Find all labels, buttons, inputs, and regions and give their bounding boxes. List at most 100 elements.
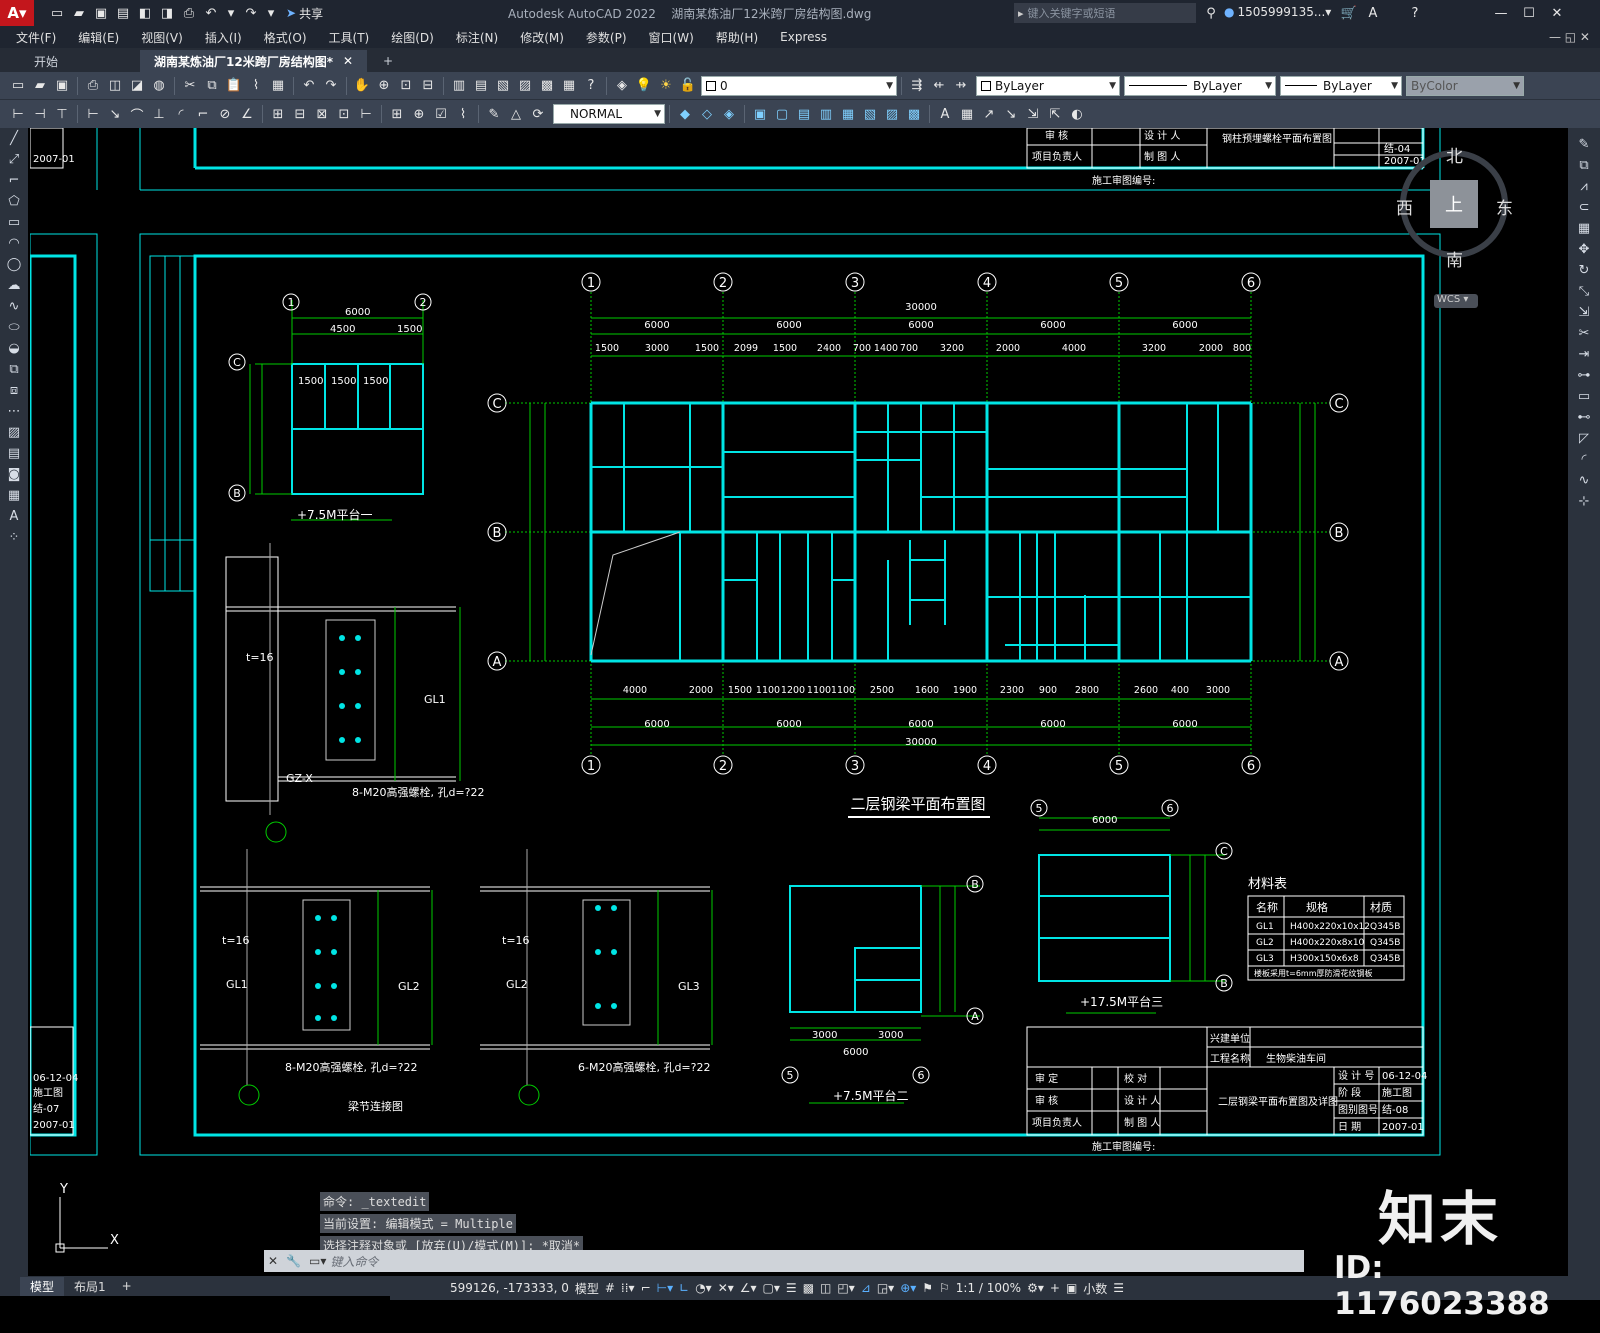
selection-filter-icon[interactable]: ◲▾: [877, 1281, 894, 1295]
lineweight-icon[interactable]: ☰: [786, 1281, 797, 1295]
new-icon[interactable]: ▭: [47, 3, 67, 23]
sheet-set-icon[interactable]: ▨: [515, 76, 535, 96]
tool-palettes-icon[interactable]: ▧: [493, 76, 513, 96]
ref-edit-icon[interactable]: ▦: [838, 104, 858, 124]
spline-icon[interactable]: ∿: [2, 296, 26, 317]
3d-osnap-icon[interactable]: ◰▾: [837, 1281, 854, 1295]
explode-icon[interactable]: ⊹: [1572, 491, 1596, 512]
snap-icon[interactable]: ⁞⁞▾: [621, 1281, 635, 1295]
linetype-dropdown[interactable]: ByLayer ▼: [1124, 75, 1276, 96]
copy-object-icon[interactable]: ⧉: [1572, 155, 1596, 176]
new-tab-button[interactable]: +: [369, 50, 407, 72]
viewcube-east[interactable]: 东: [1496, 194, 1513, 219]
tab-layout1[interactable]: 布局1: [64, 1277, 116, 1296]
lineweight-dropdown[interactable]: ByLayer ▼: [1280, 75, 1402, 96]
customize-status-icon[interactable]: ☰: [1113, 1281, 1124, 1295]
table-icon[interactable]: ▦: [2, 485, 26, 506]
insert-block-icon[interactable]: ⧉: [2, 359, 26, 380]
dimstyle-dropdown[interactable]: NORMAL ▼: [553, 104, 665, 124]
cmd-customize-icon[interactable]: 🔧: [286, 1254, 301, 1268]
layer-previous-icon[interactable]: ⇷: [929, 76, 949, 96]
menu-insert[interactable]: 插入(I): [194, 29, 253, 46]
group-edit-icon[interactable]: ▤: [794, 104, 814, 124]
visual-style-icon[interactable]: ◐: [1067, 104, 1087, 124]
linear-dim-icon[interactable]: ⊢: [83, 104, 103, 124]
dimtedit-icon[interactable]: △: [506, 104, 526, 124]
annotation-scale[interactable]: 1:1 / 100%: [956, 1281, 1021, 1295]
add-selected-icon[interactable]: ⁘: [2, 527, 26, 548]
continue-icon[interactable]: ⊠: [312, 104, 332, 124]
region-icon[interactable]: ◙: [2, 464, 26, 485]
clip-icon[interactable]: ▨: [882, 104, 902, 124]
aligned-dim-icon[interactable]: ↘: [105, 104, 125, 124]
save-file-icon[interactable]: ▣: [52, 76, 72, 96]
cmd-close-icon[interactable]: ✕: [268, 1254, 278, 1268]
publish-icon[interactable]: ◪: [127, 76, 147, 96]
share-button[interactable]: ➤ 共享: [286, 5, 323, 22]
make-current-icon[interactable]: ⇶: [907, 76, 927, 96]
drawing-canvas[interactable]: 审 核 项目负责人 设 计 人 制 图 人 钢柱预埋螺栓平面布置图 结-04 2…: [30, 128, 1568, 1276]
mirror-icon[interactable]: ⩘: [1572, 176, 1596, 197]
isodraft-icon[interactable]: ✕▾: [718, 1281, 734, 1295]
dim-style-icon[interactable]: ⊤: [52, 104, 72, 124]
menu-view[interactable]: 视图(V): [130, 29, 194, 46]
layer-on-icon[interactable]: 💡: [634, 76, 654, 96]
group-select-icon[interactable]: ▥: [816, 104, 836, 124]
user-account[interactable]: ● 1505999135... ▾: [1224, 5, 1331, 19]
menu-file[interactable]: 文件(F): [5, 29, 67, 46]
ellipse-arc-icon[interactable]: ◒: [2, 338, 26, 359]
break-object-icon[interactable]: ▭: [1572, 386, 1596, 407]
collect-icon[interactable]: ⇱: [1045, 104, 1065, 124]
circle-icon[interactable]: ◯: [2, 254, 26, 275]
make-block-icon[interactable]: ⧈: [2, 380, 26, 401]
dynamic-input-icon[interactable]: ⊢▾: [657, 1281, 673, 1295]
rectangle-icon[interactable]: ▭: [2, 212, 26, 233]
viewcube-south[interactable]: 南: [1446, 246, 1463, 271]
move-icon[interactable]: ✥: [1572, 239, 1596, 260]
menu-parametric[interactable]: 参数(P): [575, 29, 638, 46]
open-icon[interactable]: ▰: [69, 3, 89, 23]
search-icon[interactable]: ⚲: [1201, 3, 1221, 23]
zoom-previous-icon[interactable]: ⊟: [418, 76, 438, 96]
viewcube-north[interactable]: 北: [1446, 142, 1463, 167]
pan-icon[interactable]: ✋: [352, 76, 372, 96]
space-icon[interactable]: ⊡: [334, 104, 354, 124]
app-logo-icon[interactable]: A▾: [0, 0, 34, 26]
help-tb-icon[interactable]: ?: [581, 76, 601, 96]
calculator-icon[interactable]: ▦: [559, 76, 579, 96]
undo-icon[interactable]: ↶: [201, 3, 221, 23]
cmd-recent-icon[interactable]: ▭▾: [309, 1254, 326, 1268]
center-mark-icon[interactable]: ⊕: [409, 104, 429, 124]
chamfer-icon[interactable]: ◸: [1572, 428, 1596, 449]
layer-dropdown[interactable]: 0 ▼: [701, 75, 897, 96]
layer-props-icon[interactable]: ◈: [612, 76, 632, 96]
qdim-icon[interactable]: ⊢: [8, 104, 28, 124]
search-input[interactable]: ▸ 键入关键字或短语: [1014, 3, 1196, 23]
plus-icon[interactable]: +: [1050, 1281, 1060, 1295]
print-icon[interactable]: ⎙: [83, 76, 103, 96]
fillet-icon[interactable]: ◜: [1572, 449, 1596, 470]
radius-icon[interactable]: ◜: [171, 104, 191, 124]
extend-icon[interactable]: ⇥: [1572, 344, 1596, 365]
units-readout[interactable]: 小数: [1083, 1280, 1107, 1297]
layer-state-icon[interactable]: ⇸: [951, 76, 971, 96]
redo-icon[interactable]: ↷: [241, 3, 261, 23]
tab-start[interactable]: 开始: [20, 50, 138, 72]
viewcube-west[interactable]: 西: [1396, 194, 1413, 219]
menu-format[interactable]: 格式(O): [253, 29, 318, 46]
menu-dimension[interactable]: 标注(N): [445, 29, 509, 46]
undo-tb-icon[interactable]: ↶: [299, 76, 319, 96]
preview-icon[interactable]: ◫: [105, 76, 125, 96]
gradient-icon[interactable]: ▤: [2, 443, 26, 464]
layer-lock-icon[interactable]: 🔓: [678, 76, 698, 96]
osnap-tracking-icon[interactable]: ∠▾: [740, 1281, 757, 1295]
diameter-icon[interactable]: ⊘: [215, 104, 235, 124]
cut-icon[interactable]: ✂: [180, 76, 200, 96]
erase-icon[interactable]: ✎: [1572, 134, 1596, 155]
menu-draw[interactable]: 绘图(D): [380, 29, 445, 46]
table-style-icon[interactable]: ▦: [957, 104, 977, 124]
xref-icon[interactable]: ▧: [860, 104, 880, 124]
line-icon[interactable]: ╱: [2, 128, 26, 149]
color-dropdown[interactable]: ByLayer ▼: [976, 75, 1120, 96]
match-props-icon[interactable]: ⌇: [246, 76, 266, 96]
